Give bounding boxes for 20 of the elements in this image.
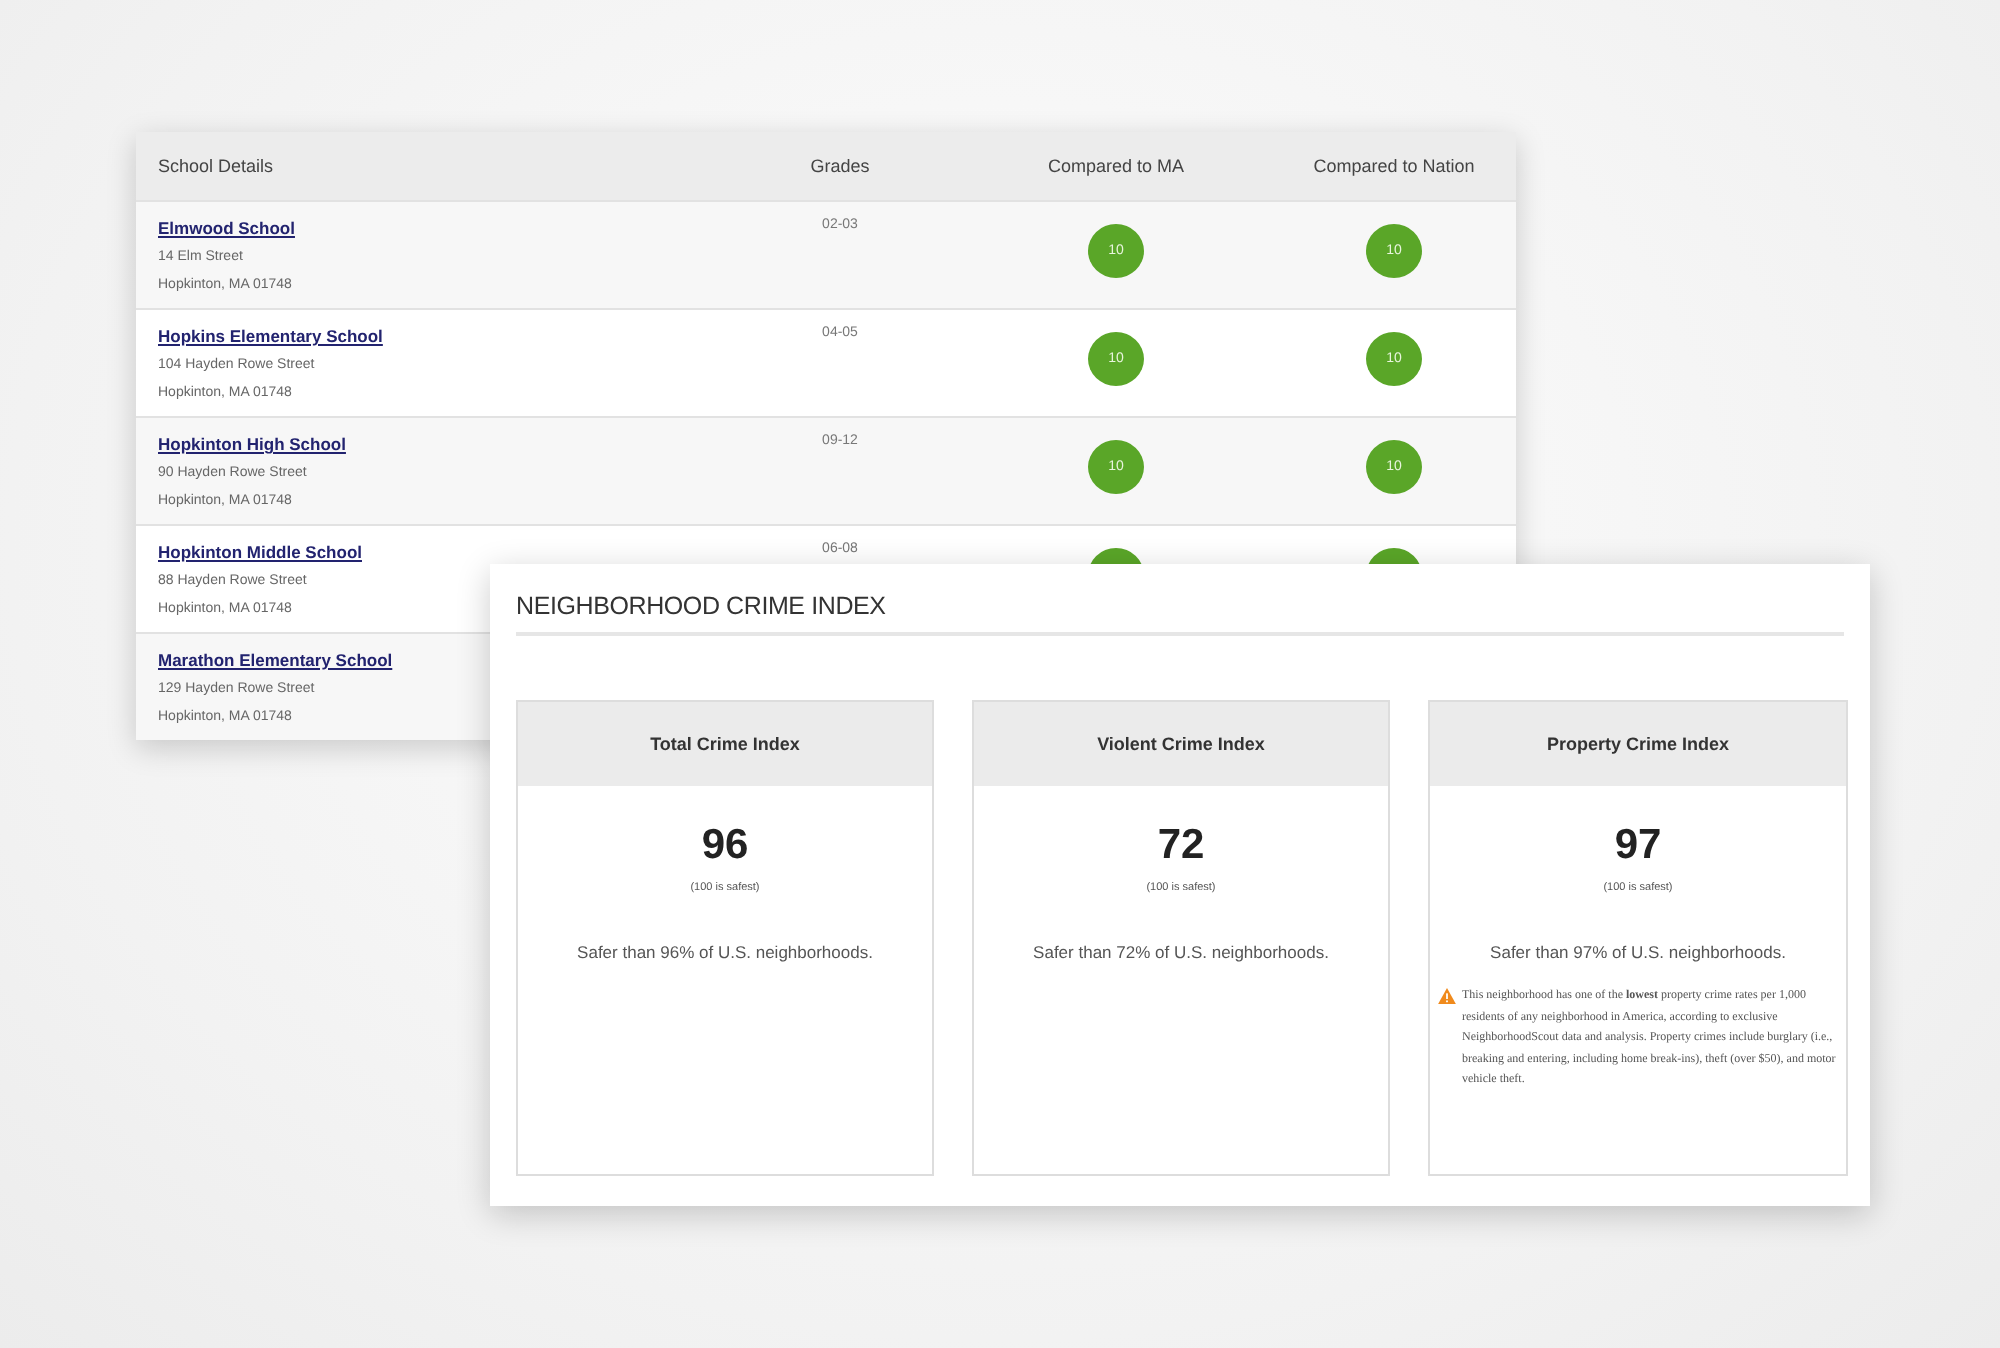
index-heading: Violent Crime Index — [974, 702, 1388, 786]
school-link[interactable]: Elmwood School — [158, 218, 295, 238]
index-heading: Total Crime Index — [518, 702, 932, 786]
index-score: 72 — [1157, 822, 1205, 870]
summary-text: Safer than 97% of U.S. neighborhoods. — [1490, 942, 1786, 962]
column-header: Compared to Nation — [1311, 156, 1477, 176]
index-heading: Property Crime Index — [1430, 702, 1846, 786]
school-link[interactable]: Hopkinton High School — [158, 434, 346, 454]
index-score: 96 — [701, 822, 749, 870]
school-link[interactable]: Hopkinton Middle School — [158, 542, 362, 562]
school-link[interactable]: Hopkins Elementary School — [158, 326, 383, 346]
index-score: 97 — [1614, 822, 1662, 870]
summary-text: Safer than 96% of U.S. neighborhoods. — [577, 942, 873, 962]
column-header: School Details — [156, 156, 276, 176]
summary-text: Safer than 72% of U.S. neighborhoods. — [1033, 942, 1329, 962]
school-link[interactable]: Marathon Elementary School — [158, 650, 393, 670]
column-header: Compared to MA — [1045, 156, 1187, 176]
section-title: NEIGHBORHOOD CRIME INDEX — [516, 592, 1844, 636]
column-header: Grades — [808, 156, 872, 176]
warning-icon — [1438, 988, 1456, 1004]
